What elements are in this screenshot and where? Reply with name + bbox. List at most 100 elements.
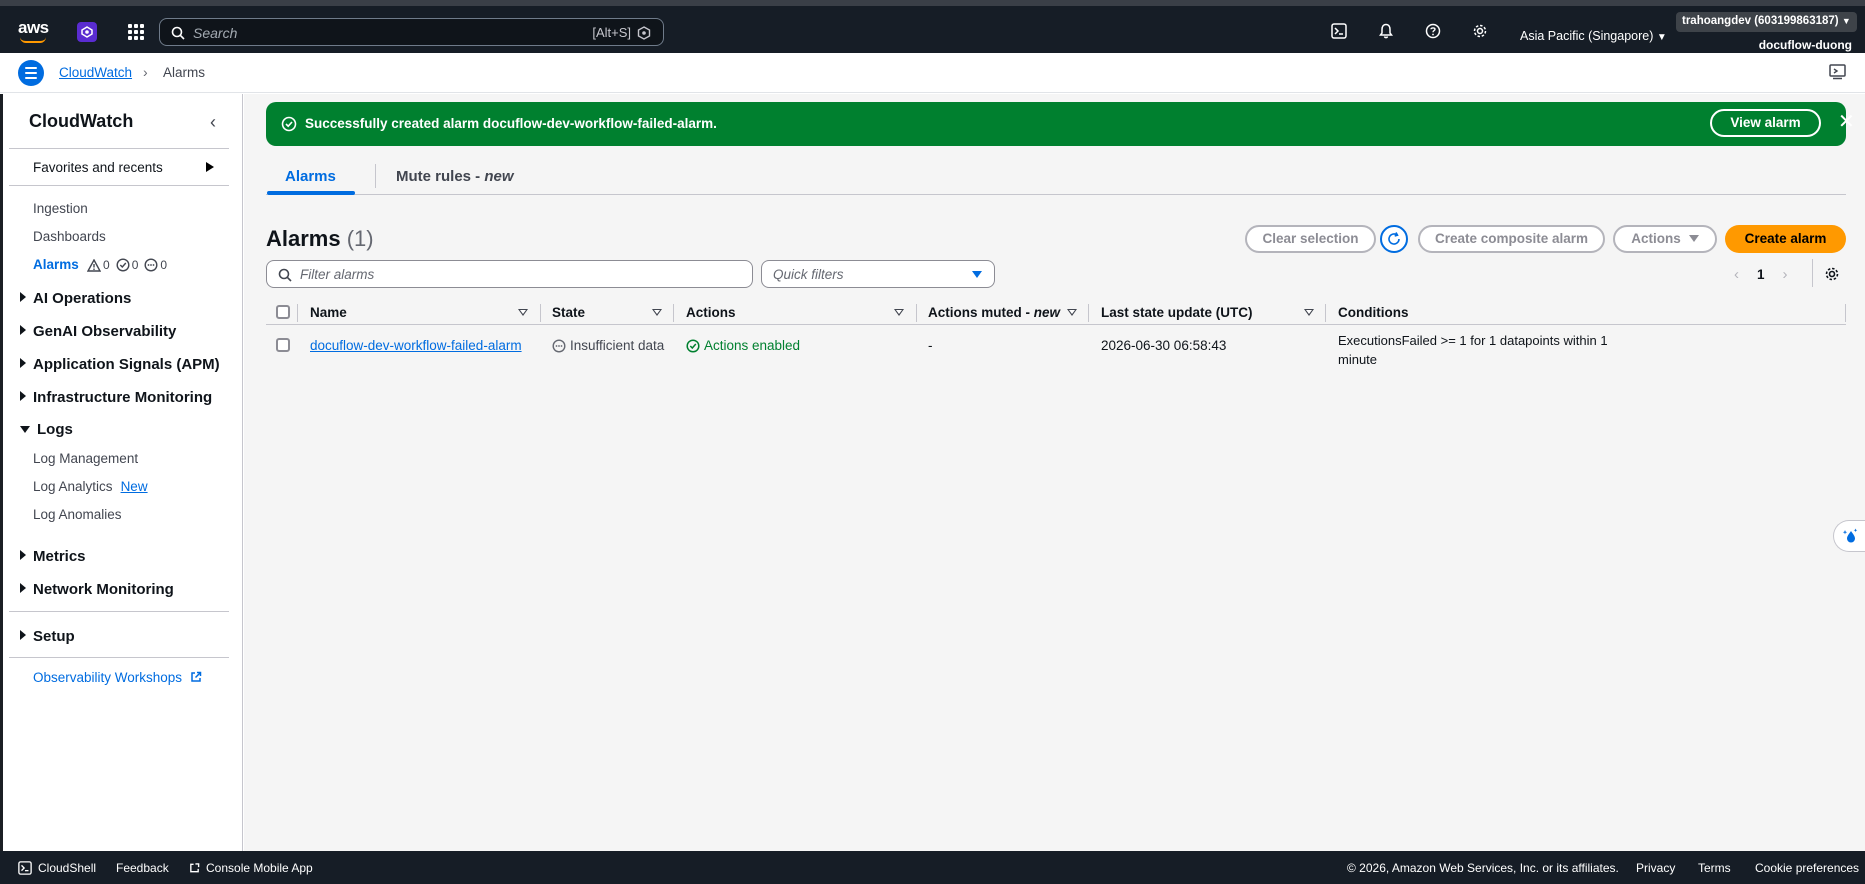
- footer-cookie-preferences[interactable]: Cookie preferences: [1755, 861, 1859, 875]
- new-label: new: [484, 168, 514, 185]
- cloudshell-icon: [18, 861, 32, 875]
- next-page-icon[interactable]: ›: [1783, 266, 1788, 283]
- muted-label: Actions muted -: [928, 305, 1034, 320]
- workshops-label: Observability Workshops: [33, 670, 183, 685]
- column-actions-muted[interactable]: Actions muted - new: [928, 305, 1060, 320]
- current-page[interactable]: 1: [1757, 267, 1765, 282]
- refresh-icon: [1388, 232, 1400, 245]
- sidebar-divider: [9, 611, 229, 612]
- account-menu[interactable]: trahoangdev (603199863187) ▼: [1676, 12, 1857, 32]
- group-label: GenAI Observability: [33, 323, 177, 340]
- search-icon: [171, 26, 185, 40]
- clear-selection-button[interactable]: Clear selection: [1245, 225, 1376, 253]
- sort-icon[interactable]: [518, 309, 528, 316]
- tab-alarms[interactable]: Alarms: [285, 168, 336, 185]
- favorites-and-recents[interactable]: Favorites and recents: [9, 148, 229, 186]
- alarm-count-value: 0: [103, 258, 110, 272]
- external-link-icon: [191, 671, 202, 682]
- sidebar-item-log-analytics[interactable]: Log Analytics New: [33, 479, 148, 494]
- check-circle-icon: [281, 116, 297, 132]
- tools-panel-icon[interactable]: [1829, 64, 1847, 80]
- sidebar-group-ai-operations[interactable]: AI Operations: [20, 290, 131, 307]
- table-row[interactable]: docuflow-dev-workflow-failed-alarm Insuf…: [266, 325, 1846, 373]
- conditions-value: ExecutionsFailed >= 1 for 1 datapoints w…: [1338, 333, 1608, 367]
- footer: CloudShell Feedback Console Mobile App ©…: [0, 851, 1865, 884]
- sort-icon[interactable]: [894, 309, 904, 316]
- global-search-input[interactable]: Search [Alt+S]: [159, 18, 664, 46]
- sort-icon[interactable]: [1067, 309, 1077, 316]
- settings-icon[interactable]: [1472, 23, 1488, 39]
- close-icon[interactable]: ✕: [1838, 112, 1855, 132]
- alarm-count[interactable]: 0: [87, 258, 110, 272]
- refresh-button[interactable]: [1380, 225, 1408, 253]
- sidebar-group-infrastructure-monitoring[interactable]: Infrastructure Monitoring: [20, 389, 212, 406]
- column-divider: [1845, 304, 1846, 322]
- column-conditions[interactable]: Conditions: [1338, 305, 1409, 320]
- caret-down-icon: [972, 271, 982, 278]
- table-preferences-icon[interactable]: [1824, 266, 1840, 282]
- sidebar-group-network-monitoring[interactable]: Network Monitoring: [20, 581, 174, 598]
- alarms-table: Name State Actions Actions muted - new L…: [266, 300, 1846, 373]
- service-shortcut-icon[interactable]: [77, 22, 97, 42]
- alarm-name-link[interactable]: docuflow-dev-workflow-failed-alarm: [310, 338, 522, 353]
- amazon-q-icon: [637, 26, 651, 40]
- collapse-sidebar-icon[interactable]: ‹: [210, 112, 216, 133]
- aws-logo[interactable]: aws: [18, 18, 49, 38]
- column-name[interactable]: Name: [310, 305, 347, 320]
- select-all-checkbox[interactable]: [276, 305, 290, 319]
- sidebar-group-genai-observability[interactable]: GenAI Observability: [20, 323, 176, 340]
- tab-mute-rules[interactable]: Mute rules - new: [396, 168, 514, 185]
- top-navigation: aws Search [Alt+S] Asia Pacific (Singapo…: [0, 0, 1865, 53]
- sort-icon[interactable]: [652, 309, 662, 316]
- row-checkbox[interactable]: [276, 338, 290, 352]
- services-menu-icon[interactable]: [128, 24, 144, 40]
- bell-icon[interactable]: [1378, 23, 1394, 39]
- help-icon[interactable]: [1425, 23, 1441, 39]
- footer-terms[interactable]: Terms: [1698, 861, 1731, 875]
- previous-page-icon[interactable]: ‹: [1734, 266, 1739, 283]
- user-name[interactable]: docuflow-duong: [1759, 38, 1852, 52]
- create-composite-alarm-button[interactable]: Create composite alarm: [1418, 225, 1605, 253]
- sidebar-group-logs[interactable]: Logs: [20, 421, 73, 438]
- sidebar-title[interactable]: CloudWatch: [29, 111, 133, 132]
- insufficient-count[interactable]: 0: [144, 258, 167, 272]
- side-navigation-toggle[interactable]: [18, 60, 44, 86]
- column-last-state-update[interactable]: Last state update (UTC): [1101, 305, 1253, 320]
- sidebar-item-observability-workshops[interactable]: Observability Workshops: [33, 670, 202, 685]
- quick-filters-placeholder: Quick filters: [773, 267, 844, 282]
- active-tab-indicator: [267, 191, 355, 195]
- footer-cloudshell[interactable]: CloudShell: [18, 861, 96, 875]
- group-label: Application Signals (APM): [33, 356, 220, 373]
- alarm-state-counts: 0 0 0: [87, 258, 167, 272]
- actions-dropdown[interactable]: Actions: [1613, 225, 1717, 253]
- sidebar-group-setup[interactable]: Setup: [20, 628, 75, 645]
- sidebar-group-application-signals[interactable]: Application Signals (APM): [20, 356, 220, 373]
- column-actions[interactable]: Actions: [686, 305, 736, 320]
- sidebar-item-dashboards[interactable]: Dashboards: [33, 229, 106, 244]
- sidebar-item-log-anomalies[interactable]: Log Anomalies: [33, 507, 122, 522]
- footer-feedback[interactable]: Feedback: [116, 861, 169, 875]
- column-divider: [673, 304, 674, 322]
- breadcrumb-cloudwatch[interactable]: CloudWatch: [59, 65, 132, 80]
- sidebar-item-alarms[interactable]: Alarms: [33, 257, 79, 272]
- filter-alarms-input[interactable]: Filter alarms: [266, 260, 753, 288]
- footer-console-mobile-app[interactable]: Console Mobile App: [189, 861, 313, 875]
- view-alarm-button[interactable]: View alarm: [1710, 109, 1821, 137]
- assistant-floating-icon[interactable]: [1833, 520, 1865, 552]
- region-selector[interactable]: Asia Pacific (Singapore) ▼: [1520, 29, 1667, 43]
- sidebar-item-ingestion[interactable]: Ingestion: [33, 201, 88, 216]
- ok-count[interactable]: 0: [116, 258, 138, 272]
- flash-message: Successfully created alarm docuflow-dev-…: [305, 116, 717, 131]
- quick-filters-select[interactable]: Quick filters: [761, 260, 995, 288]
- create-alarm-button[interactable]: Create alarm: [1725, 225, 1846, 253]
- sort-icon[interactable]: [1304, 309, 1314, 316]
- sidebar-group-metrics[interactable]: Metrics: [20, 548, 86, 565]
- sidebar-item-log-management[interactable]: Log Management: [33, 451, 138, 466]
- cloudshell-icon[interactable]: [1331, 23, 1347, 39]
- title-text: Alarms: [266, 226, 341, 251]
- column-state[interactable]: State: [552, 305, 585, 320]
- sidebar-divider: [9, 657, 229, 658]
- footer-privacy[interactable]: Privacy: [1636, 861, 1675, 875]
- search-shortcut-hint: [Alt+S]: [592, 25, 631, 40]
- caret-right-icon: [20, 391, 26, 401]
